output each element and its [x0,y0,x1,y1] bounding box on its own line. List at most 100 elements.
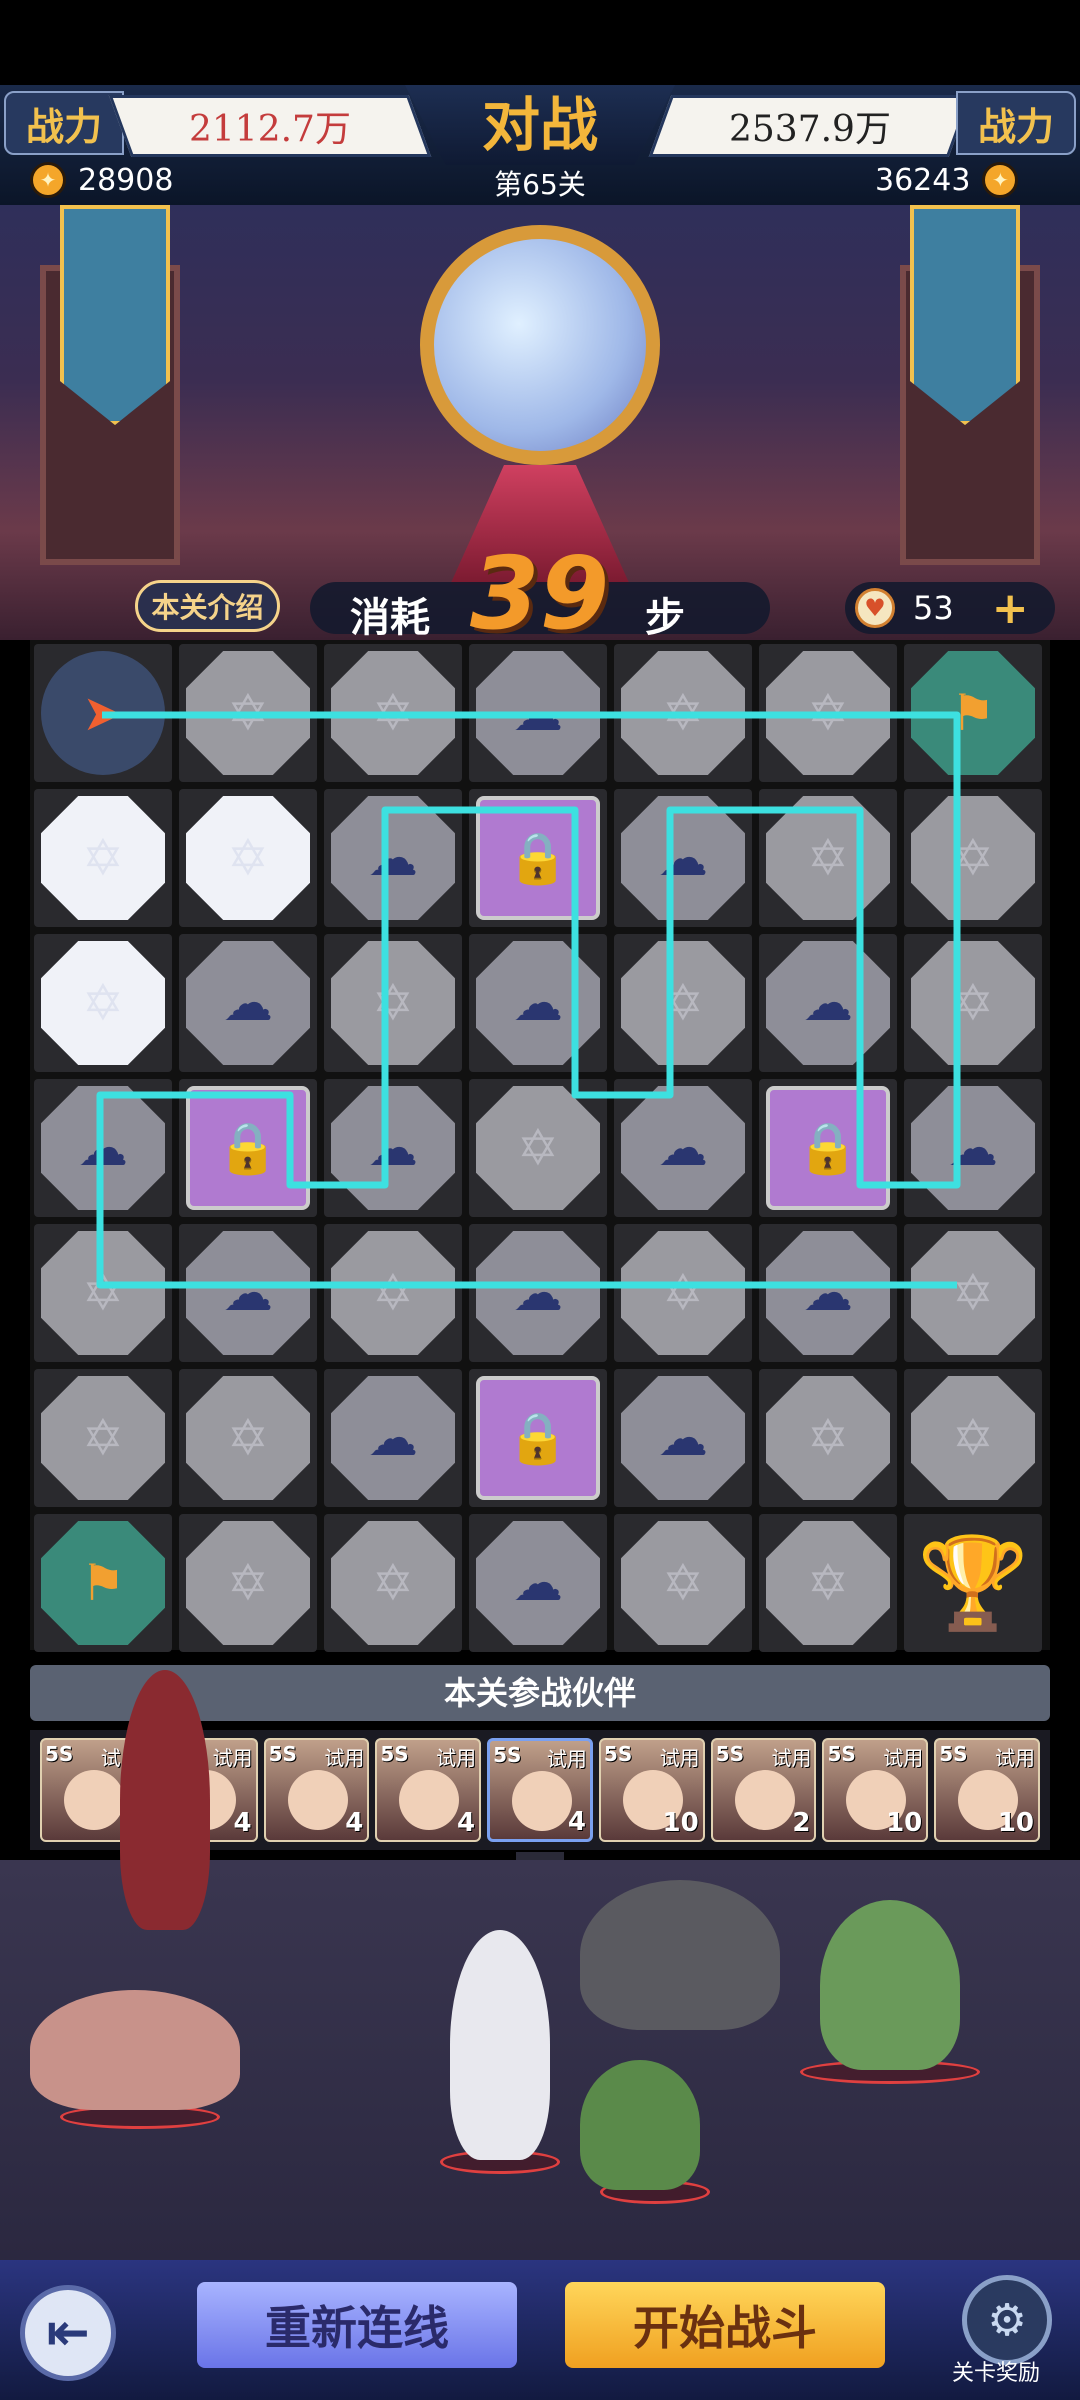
grey-tile-icon: ✡ [911,796,1035,920]
board-cell[interactable]: ✡ [614,644,752,782]
cloud-tile-icon: ☁ [41,1086,165,1210]
top-bar: 战力 2112.7万 对战 2537.9万 战力 ✦ 28908 第65关 36… [0,85,1080,205]
gear-icon[interactable]: ⚙ [962,2275,1052,2365]
board-cell[interactable]: ✡ [759,644,897,782]
board-cell[interactable]: ☁ [614,1369,752,1507]
board-cell[interactable]: ✡ [324,644,462,782]
partner-level: 4 [567,1807,586,1837]
start-battle-button[interactable]: 开始战斗 [565,2282,885,2368]
grey-tile-icon: ✡ [911,1231,1035,1355]
partner-card[interactable]: 5S 试用 4 [375,1738,482,1842]
board-cell[interactable]: ✡ [179,1369,317,1507]
board-cell[interactable]: ✡ [904,789,1042,927]
board-cell[interactable]: ☁ [179,934,317,1072]
coins-left-value: 28908 [78,162,174,198]
board-cell[interactable]: ☁ [759,1224,897,1362]
partner-trial-tag: 试用 [324,1746,365,1770]
cloud-tile-icon: ☁ [476,1231,600,1355]
board-cell[interactable]: ✡ [904,934,1042,1072]
grey-tile-icon: ✡ [331,941,455,1065]
puzzle-board: ➤ ✡ ✡ ☁ ✡ ✡ ⚑ ✡ ✡ ☁ 🔒 ☁ ✡ ✡ ✡ ☁ ✡ ☁ ✡ ☁ ✡ ☁ 🔒 ☁ ✡ ☁ 🔒 ☁ ✡ ☁ ✡ ☁ ✡ ☁ ✡ ✡ ✡ ☁ 🔒 ☁… [30,640,1050,1652]
board-cell[interactable]: ☁ [614,789,752,927]
lock-tile-icon: 🔒 [476,796,600,920]
board-cell[interactable]: ✡ [759,789,897,927]
grey-tile-icon: ✡ [621,1521,745,1645]
board-cell[interactable]: ☁ [469,1224,607,1362]
back-arrow-icon[interactable]: ⇤ [20,2285,116,2381]
grey-tile-icon: ✡ [476,1086,600,1210]
board-cell[interactable]: ✡ [759,1514,897,1652]
board-cell[interactable]: ⚑ [904,644,1042,782]
board-cell[interactable]: ✡ [469,1079,607,1217]
cloud-tile-icon: ☁ [186,941,310,1065]
partner-card[interactable]: 5S 试用 10 [822,1738,929,1842]
board-cell[interactable]: ⚑ [34,1514,172,1652]
partner-level: 10 [997,1808,1035,1838]
bottom-bar: ⇤ 重新连线 开始战斗 ⚙ 关卡奖励 [0,2260,1080,2400]
board-cell[interactable]: ✡ [324,1514,462,1652]
board-cell[interactable]: ✡ [34,1224,172,1362]
board-cell[interactable]: ☁ [469,644,607,782]
grey-tile-icon: ✡ [331,1231,455,1355]
partner-card[interactable]: 5S 试用 10 [934,1738,1041,1842]
partner-card[interactable]: 5S 试用 4 [487,1738,593,1842]
board-cell[interactable]: ✡ [179,1514,317,1652]
partner-trial-tag: 试用 [771,1746,812,1770]
cloud-tile-icon: ☁ [911,1086,1035,1210]
board-cell[interactable]: ☁ [469,1514,607,1652]
board-cell[interactable]: ☁ [904,1079,1042,1217]
board-cell[interactable]: ✡ [34,1369,172,1507]
board-cell[interactable]: ☁ [324,789,462,927]
grey-tile-icon: ✡ [766,1521,890,1645]
board-cell[interactable]: ✡ [614,1224,752,1362]
treant-unit [580,2060,700,2190]
board-cell[interactable]: ✡ [904,1369,1042,1507]
board-cell[interactable]: ✡ [179,644,317,782]
battlefield [0,1670,1080,2260]
power-left-value: 2112.7万 [189,109,351,150]
board-cell[interactable]: 🔒 [179,1079,317,1217]
grey-tile-icon: ✡ [911,941,1035,1065]
cloud-tile-icon: ☁ [331,1376,455,1500]
board-cell[interactable]: ➤ [34,644,172,782]
board-cell[interactable]: 🏆 [904,1514,1042,1652]
board-cell[interactable]: ✡ [324,934,462,1072]
grey-tile-icon: ✡ [41,1231,165,1355]
power-label-left: 战力 [4,91,124,155]
power-right-box: 2537.9万 [648,95,972,157]
board-cell[interactable]: 🔒 [469,789,607,927]
partner-level: 4 [345,1808,364,1838]
cloud-tile-icon: ☁ [476,651,600,775]
relink-button[interactable]: 重新连线 [197,2282,517,2368]
white-tile-icon: ✡ [41,796,165,920]
board-cell[interactable]: ☁ [324,1079,462,1217]
grey-tile-icon: ✡ [186,651,310,775]
board-cell[interactable]: ☁ [324,1369,462,1507]
partner-card[interactable]: 5S 试用 2 [710,1738,817,1842]
level-intro-button[interactable]: 本关介绍 [135,580,280,632]
board-cell[interactable]: ✡ [759,1369,897,1507]
board-cell[interactable]: ☁ [614,1079,752,1217]
avatar [287,1770,348,1830]
grey-tile-icon: ✡ [621,1231,745,1355]
board-cell[interactable]: ☁ [759,934,897,1072]
board-cell[interactable]: 🔒 [469,1369,607,1507]
board-cell[interactable]: ✡ [904,1224,1042,1362]
partner-grade: 5S [45,1742,74,1766]
add-energy-button[interactable]: + [992,583,1029,634]
board-cell[interactable]: ✡ [179,789,317,927]
board-cell[interactable]: ☁ [34,1079,172,1217]
partner-card[interactable]: 5S 试用 4 [263,1738,370,1842]
partner-card[interactable]: 5S 试用 10 [598,1738,705,1842]
board-cell[interactable]: ✡ [324,1224,462,1362]
board-cell[interactable]: 🔒 [759,1079,897,1217]
cloud-tile-icon: ☁ [621,796,745,920]
board-cell[interactable]: ✡ [34,934,172,1072]
board-cell[interactable]: ☁ [469,934,607,1072]
board-cell[interactable]: ✡ [34,789,172,927]
board-cell[interactable]: ✡ [614,1514,752,1652]
board-cell[interactable]: ☁ [179,1224,317,1362]
cloud-tile-icon: ☁ [331,1086,455,1210]
board-cell[interactable]: ✡ [614,934,752,1072]
grey-tile-icon: ✡ [621,941,745,1065]
